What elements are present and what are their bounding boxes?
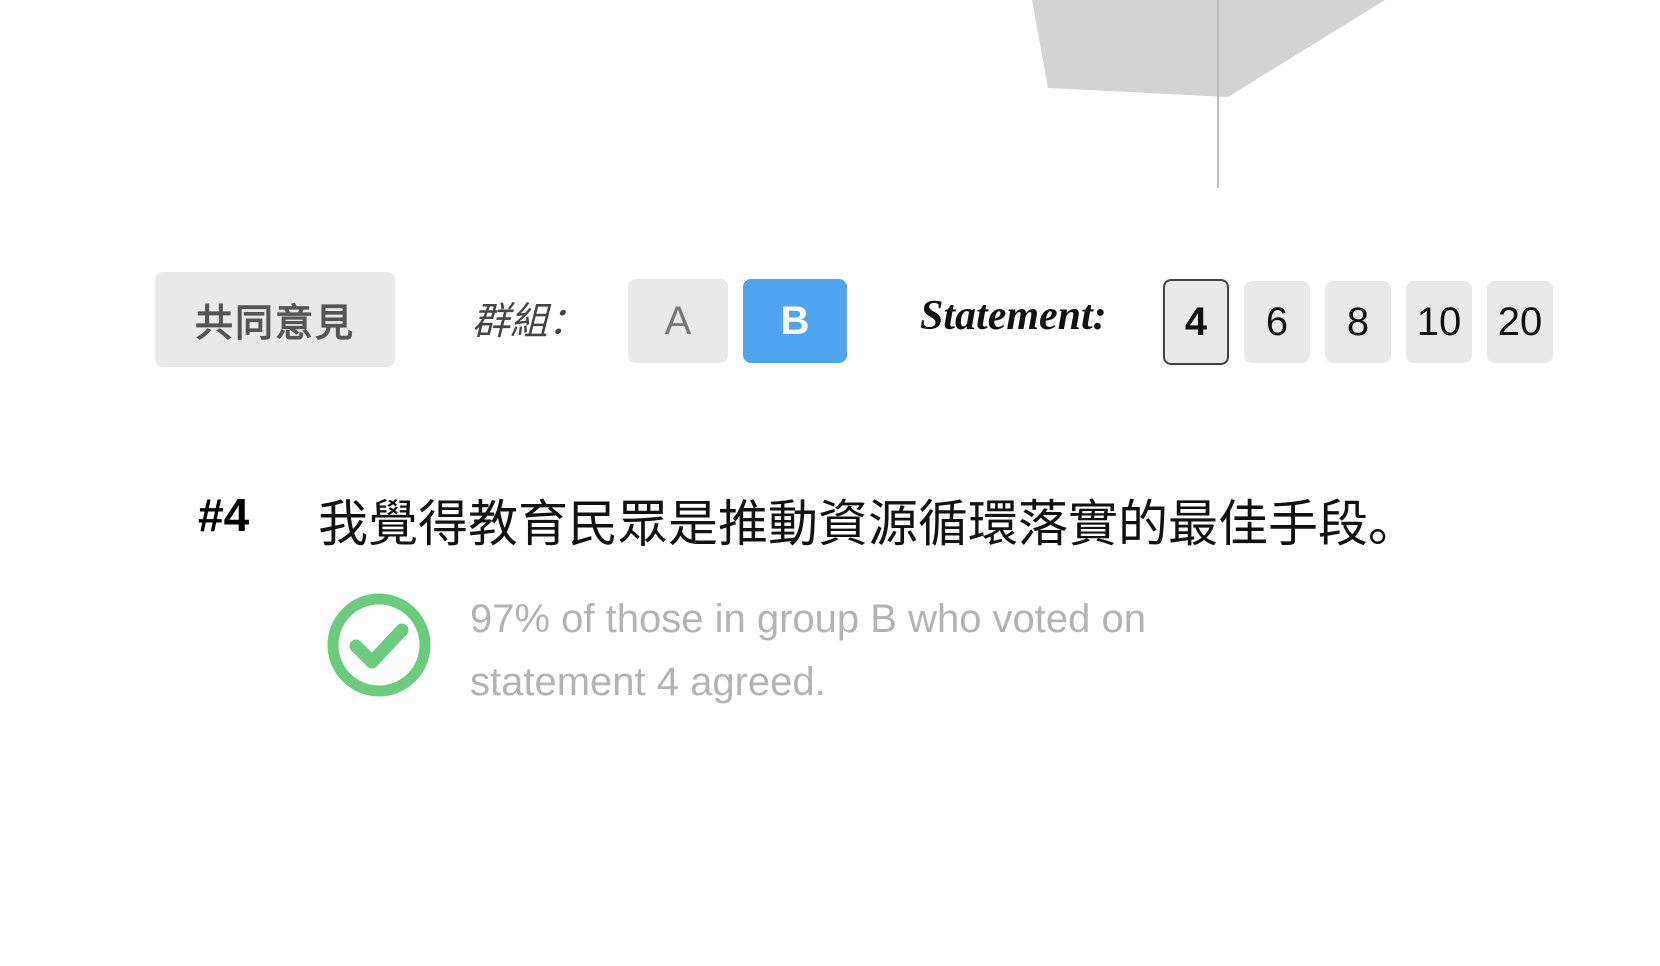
check-circle-icon [327, 593, 431, 697]
majority-opinion-button[interactable]: 共同意見 [155, 272, 395, 367]
group-visualization [1032, 0, 1385, 188]
group-a-button[interactable]: A [628, 279, 728, 363]
statement-text: 我覺得教育民眾是推動資源循環落實的最佳手段。 [318, 495, 1418, 553]
statement-label: Statement: [920, 293, 1107, 339]
statement-number: #4 [198, 489, 250, 541]
statement-4-button[interactable]: 4 [1163, 279, 1229, 365]
statement-8-button[interactable]: 8 [1325, 281, 1391, 363]
statement-6-button[interactable]: 6 [1244, 281, 1310, 363]
group-b-button[interactable]: B [743, 279, 847, 363]
group-hull-shape [1032, 0, 1385, 97]
group-label: 群組： [472, 299, 587, 343]
statement-10-button[interactable]: 10 [1406, 281, 1472, 363]
statement-20-button[interactable]: 20 [1487, 281, 1553, 363]
vote-summary-text: 97% of those in group B who voted on sta… [470, 597, 1147, 704]
